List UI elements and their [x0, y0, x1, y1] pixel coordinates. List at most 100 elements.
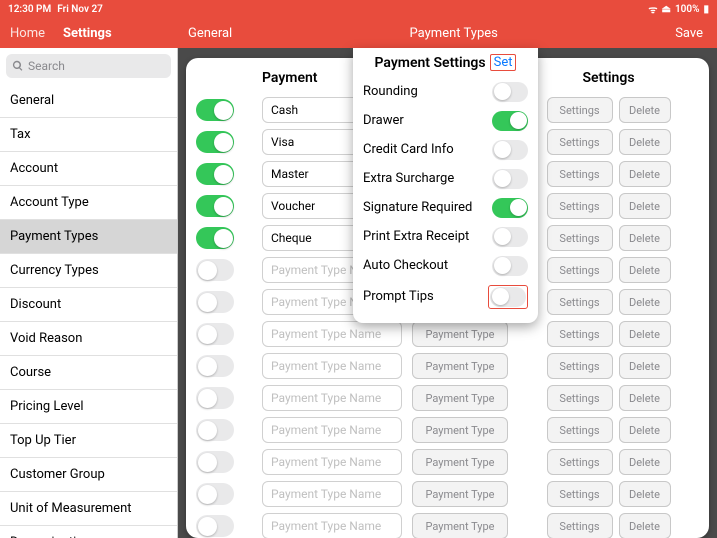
- payment-settings-popover: Payment Settings Set RoundingDrawerCredi…: [353, 48, 538, 323]
- home-link[interactable]: Home: [10, 26, 45, 41]
- row-delete-button[interactable]: Delete: [619, 289, 671, 315]
- modal-toggle[interactable]: [490, 287, 526, 307]
- row-toggle[interactable]: [196, 419, 234, 441]
- payment-type-button[interactable]: Payment Type: [412, 385, 508, 411]
- row-settings-button[interactable]: Settings: [547, 481, 613, 507]
- row-settings-button[interactable]: Settings: [547, 161, 613, 187]
- row-delete-button[interactable]: Delete: [619, 481, 671, 507]
- payment-type-button[interactable]: Payment Type: [412, 321, 508, 347]
- sidebar-item-discount[interactable]: Discount: [0, 288, 177, 322]
- sidebar: Search GeneralTaxAccountAccount TypePaym…: [0, 48, 178, 538]
- row-toggle[interactable]: [196, 99, 234, 121]
- modal-option: Drawer: [363, 106, 528, 135]
- modal-toggle[interactable]: [492, 140, 528, 160]
- payment-type-button[interactable]: Payment Type: [412, 513, 508, 538]
- payment-row: Payment Type Name Payment Type SettingsDel…: [196, 350, 699, 382]
- row-delete-button[interactable]: Delete: [619, 225, 671, 251]
- row-settings-button[interactable]: Settings: [547, 353, 613, 379]
- modal-toggle[interactable]: [492, 82, 528, 102]
- search-input[interactable]: Search: [6, 54, 171, 78]
- row-toggle[interactable]: [196, 387, 234, 409]
- row-delete-button[interactable]: Delete: [619, 161, 671, 187]
- modal-toggle[interactable]: [492, 111, 528, 131]
- row-toggle[interactable]: [196, 451, 234, 473]
- general-link[interactable]: General: [180, 26, 232, 41]
- sidebar-item-tax[interactable]: Tax: [0, 118, 177, 152]
- row-toggle[interactable]: [196, 355, 234, 377]
- modal-option: Auto Checkout: [363, 251, 528, 280]
- row-delete-button[interactable]: Delete: [619, 129, 671, 155]
- sidebar-item-general[interactable]: General: [0, 84, 177, 118]
- payment-name-input[interactable]: Payment Type Name: [262, 481, 402, 507]
- modal-toggle[interactable]: [492, 169, 528, 189]
- save-button[interactable]: Save: [675, 26, 707, 41]
- row-settings-button[interactable]: Settings: [547, 97, 613, 123]
- set-button[interactable]: Set: [490, 54, 517, 71]
- row-delete-button[interactable]: Delete: [619, 417, 671, 443]
- payment-name-input[interactable]: Payment Type Name: [262, 353, 402, 379]
- payment-name-input[interactable]: Payment Type Name: [262, 385, 402, 411]
- row-settings-button[interactable]: Settings: [547, 129, 613, 155]
- search-icon: [12, 60, 24, 72]
- modal-toggle[interactable]: [492, 256, 528, 276]
- status-time: 12:30 PM: [8, 4, 51, 15]
- payment-type-button[interactable]: Payment Type: [412, 481, 508, 507]
- sidebar-item-unit-of-measurement[interactable]: Unit of Measurement: [0, 492, 177, 526]
- row-toggle[interactable]: [196, 259, 234, 281]
- sidebar-item-payment-types[interactable]: Payment Types: [0, 220, 177, 254]
- modal-option-label: Extra Surcharge: [363, 171, 454, 186]
- row-settings-button[interactable]: Settings: [547, 257, 613, 283]
- row-settings-button[interactable]: Settings: [547, 449, 613, 475]
- row-toggle[interactable]: [196, 515, 234, 537]
- sidebar-item-pricing-level[interactable]: Pricing Level: [0, 390, 177, 424]
- sidebar-item-currency-types[interactable]: Currency Types: [0, 254, 177, 288]
- modal-option: Print Extra Receipt: [363, 222, 528, 251]
- row-delete-button[interactable]: Delete: [619, 385, 671, 411]
- row-toggle[interactable]: [196, 195, 234, 217]
- col-header-settings: Settings: [582, 70, 634, 86]
- payment-name-input[interactable]: Payment Type Name: [262, 449, 402, 475]
- sidebar-item-top-up-tier[interactable]: Top Up Tier: [0, 424, 177, 458]
- payment-type-button[interactable]: Payment Type: [412, 353, 508, 379]
- payment-name-input[interactable]: Payment Type Name: [262, 321, 402, 347]
- battery-pct: 100%: [675, 4, 700, 15]
- sidebar-item-void-reason[interactable]: Void Reason: [0, 322, 177, 356]
- sidebar-item-account[interactable]: Account: [0, 152, 177, 186]
- payment-row: Payment Type Name Payment Type SettingsDel…: [196, 382, 699, 414]
- payment-type-button[interactable]: Payment Type: [412, 449, 508, 475]
- modal-toggle[interactable]: [492, 227, 528, 247]
- payment-name-input[interactable]: Payment Type Name: [262, 513, 402, 538]
- row-delete-button[interactable]: Delete: [619, 353, 671, 379]
- row-settings-button[interactable]: Settings: [547, 193, 613, 219]
- sidebar-item-denomination[interactable]: Denomination: [0, 526, 177, 538]
- row-toggle[interactable]: [196, 323, 234, 345]
- sidebar-item-account-type[interactable]: Account Type: [0, 186, 177, 220]
- row-settings-button[interactable]: Settings: [547, 417, 613, 443]
- row-delete-button[interactable]: Delete: [619, 321, 671, 347]
- modal-toggle[interactable]: [492, 198, 528, 218]
- row-settings-button[interactable]: Settings: [547, 321, 613, 347]
- row-delete-button[interactable]: Delete: [619, 97, 671, 123]
- payment-row: Payment Type Name Payment Type SettingsDel…: [196, 510, 699, 538]
- row-settings-button[interactable]: Settings: [547, 513, 613, 538]
- row-toggle[interactable]: [196, 291, 234, 313]
- search-placeholder: Search: [28, 59, 65, 73]
- sidebar-item-customer-group[interactable]: Customer Group: [0, 458, 177, 492]
- row-delete-button[interactable]: Delete: [619, 513, 671, 538]
- row-toggle[interactable]: [196, 131, 234, 153]
- sidebar-item-course[interactable]: Course: [0, 356, 177, 390]
- row-settings-button[interactable]: Settings: [547, 225, 613, 251]
- payment-type-button[interactable]: Payment Type: [412, 417, 508, 443]
- modal-option-label: Auto Checkout: [363, 258, 448, 273]
- row-toggle[interactable]: [196, 227, 234, 249]
- row-delete-button[interactable]: Delete: [619, 449, 671, 475]
- row-toggle[interactable]: [196, 483, 234, 505]
- row-settings-button[interactable]: Settings: [547, 385, 613, 411]
- settings-tab[interactable]: Settings: [63, 26, 112, 41]
- row-delete-button[interactable]: Delete: [619, 193, 671, 219]
- row-delete-button[interactable]: Delete: [619, 257, 671, 283]
- row-settings-button[interactable]: Settings: [547, 289, 613, 315]
- airplay-icon: ⏏: [662, 4, 671, 15]
- row-toggle[interactable]: [196, 163, 234, 185]
- payment-name-input[interactable]: Payment Type Name: [262, 417, 402, 443]
